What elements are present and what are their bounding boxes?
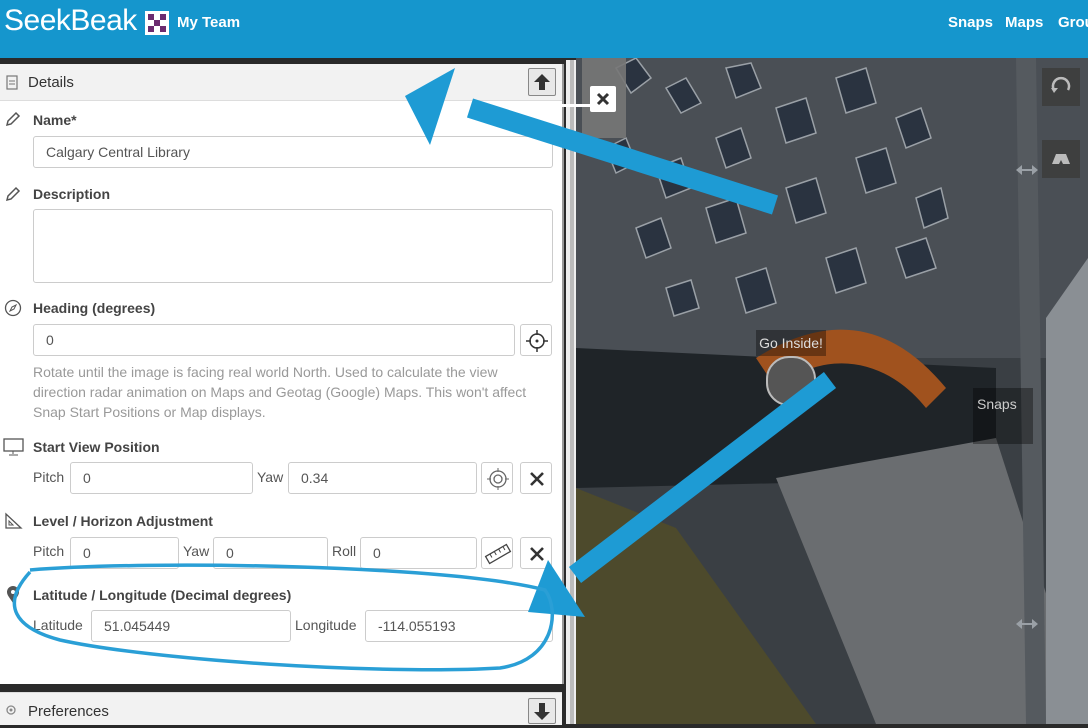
- annotation-circle: [12, 563, 554, 672]
- annotation-arrow-bottom: [528, 372, 837, 617]
- annotation-arrow-top: [405, 68, 779, 215]
- annotation-overlay: [12, 68, 837, 672]
